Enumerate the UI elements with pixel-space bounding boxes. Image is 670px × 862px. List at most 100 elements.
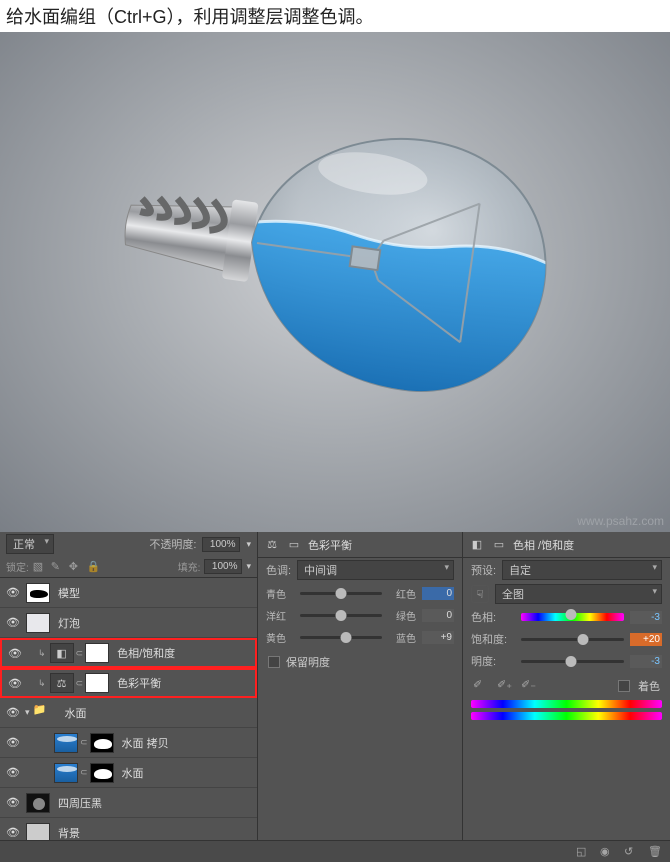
slider-value[interactable]: +20 [630,633,662,646]
slider-track[interactable] [521,660,624,663]
slider-track[interactable] [300,614,382,617]
hue-spectrum-top [471,700,662,708]
hue-icon: ◧ [469,538,485,552]
slider-value[interactable]: +9 [422,631,454,644]
preserve-luminosity-label: 保留明度 [286,654,330,670]
targeted-adjust-icon[interactable]: ☟ [471,585,489,603]
visibility-icon[interactable]: 👁 [6,677,24,690]
layer-thumb [26,613,50,633]
range-select[interactable]: 全图 [495,584,662,604]
layer-name: 背景 [58,825,80,841]
view-previous-icon[interactable]: ◉ [600,845,614,859]
layer-row[interactable]: 👁 四周压黑 [0,788,257,818]
layer-mask-thumb [85,643,109,663]
visibility-icon[interactable]: 👁 [4,736,22,749]
layer-name: 水面 拷贝 [122,735,169,751]
eyedropper-icon[interactable]: ✐ [473,678,489,694]
lock-image-icon[interactable]: ✎ [51,560,65,574]
slider-track[interactable] [521,613,624,621]
reset-icon[interactable]: ↺ [624,845,638,859]
visibility-icon[interactable]: 👁 [6,647,24,660]
layer-name: 色相/饱和度 [117,645,175,661]
layer-thumb [54,763,78,783]
layer-name: 模型 [58,585,80,601]
color-balance-panel: ⚖ ▭ 色彩平衡 色调: 中间调 青色 红色 0 洋红 绿色 0 黄色 蓝色 +… [258,532,463,862]
panel-title: 色彩平衡 [308,537,352,553]
layer-thumb [26,583,50,603]
adjustment-icon: ◧ [50,643,74,663]
hue-saturation-panel: ◧ ▭ 色相 /饱和度 预设: 自定 ☟ 全图 色相: -3 饱和度: +20 … [463,532,670,862]
slider-value[interactable]: 0 [422,587,454,600]
blend-mode-select[interactable]: 正常 [6,534,54,554]
lock-all-icon[interactable]: 🔒 [87,560,101,574]
layer-row[interactable]: 👁 ⊂ 水面 拷贝 [0,728,257,758]
group-toggle-icon[interactable]: ▾ [25,707,30,718]
panels-container: 正常 不透明度: 100% ▾ 锁定: ▧ ✎ ✥ 🔒 填充: 100% ▾ 👁… [0,532,670,862]
layer-row-hue-sat[interactable]: 👁 ↳ ◧ ⊂ 色相/饱和度 [0,638,257,668]
layer-thumb [26,793,50,813]
colorize-label: 着色 [638,678,660,694]
panel-dock-icon[interactable]: ▭ [286,538,302,552]
link-icon: ⊂ [80,737,88,748]
visibility-icon[interactable]: 👁 [4,766,22,779]
chevron-down-icon[interactable]: ▾ [246,539,251,550]
slider-track[interactable] [521,638,624,641]
preserve-luminosity-checkbox[interactable] [268,656,280,668]
layer-row[interactable]: 👁 ⊂ 水面 [0,758,257,788]
hue-slider[interactable]: 色相: -3 [463,606,670,628]
layer-row[interactable]: 👁 模型 [0,578,257,608]
slider-track[interactable] [300,592,382,595]
panel-title: 色相 /饱和度 [513,537,574,553]
visibility-icon[interactable]: 👁 [4,616,22,629]
layer-row-color-balance[interactable]: 👁 ↳ ⚖ ⊂ 色彩平衡 [0,668,257,698]
slider-value[interactable]: -3 [630,611,662,624]
fill-label: 填充: [178,559,201,574]
layer-name: 四周压黑 [58,795,102,811]
colorize-checkbox[interactable] [618,680,630,692]
layers-panel: 正常 不透明度: 100% ▾ 锁定: ▧ ✎ ✥ 🔒 填充: 100% ▾ 👁… [0,532,258,862]
clip-to-layer-icon[interactable]: ◱ [576,845,590,859]
delete-icon[interactable]: 🗑 [648,845,662,859]
adjustment-icon: ⚖ [50,673,74,693]
folder-icon: 📁 [33,703,57,723]
cb-slider-2[interactable]: 洋红 绿色 0 [258,604,462,626]
balance-icon: ⚖ [264,538,280,552]
slider-value[interactable]: -3 [630,655,662,668]
eyedropper-add-icon[interactable]: ✐₊ [497,678,513,694]
layer-row[interactable]: 👁 灯泡 [0,608,257,638]
lock-position-icon[interactable]: ✥ [69,560,83,574]
bulb-artwork [120,112,550,397]
lightness-slider[interactable]: 明度: -3 [463,650,670,672]
watermark-text: www.psahz.com [577,514,664,528]
chevron-down-icon[interactable]: ▾ [246,561,251,572]
layer-name: 水面 [122,765,144,781]
link-icon: ⊂ [76,648,84,659]
instruction-text: 给水面编组（Ctrl+G），利用调整层调整色调。 [0,0,670,32]
lock-transparent-icon[interactable]: ▧ [33,560,47,574]
slider-track[interactable] [300,636,382,639]
tone-label: 色调: [266,562,291,578]
layer-row-group[interactable]: 👁 ▾ 📁 水面 [0,698,257,728]
layer-mask-thumb [85,673,109,693]
slider-value[interactable]: 0 [422,609,454,622]
opacity-label: 不透明度: [149,536,196,552]
cb-slider-3[interactable]: 黄色 蓝色 +9 [258,626,462,648]
cb-slider-1[interactable]: 青色 红色 0 [258,582,462,604]
saturation-slider[interactable]: 饱和度: +20 [463,628,670,650]
layer-thumb [54,733,78,753]
preset-select[interactable]: 自定 [502,560,662,580]
opacity-field[interactable]: 100% [202,537,240,552]
visibility-icon[interactable]: 👁 [4,586,22,599]
fill-field[interactable]: 100% [204,559,242,574]
panel-dock-icon[interactable]: ▭ [491,538,507,552]
hue-spectrum-bottom [471,712,662,720]
visibility-icon[interactable]: 👁 [4,826,22,839]
layer-name: 色彩平衡 [117,675,161,691]
visibility-icon[interactable]: 👁 [4,706,22,719]
panel-footer: ◱ ◉ ↺ 🗑 [0,840,670,862]
layer-mask-thumb [90,733,114,753]
eyedropper-sub-icon[interactable]: ✐₋ [521,678,537,694]
visibility-icon[interactable]: 👁 [4,796,22,809]
tone-select[interactable]: 中间调 [297,560,454,580]
layer-name: 水面 [65,705,87,721]
